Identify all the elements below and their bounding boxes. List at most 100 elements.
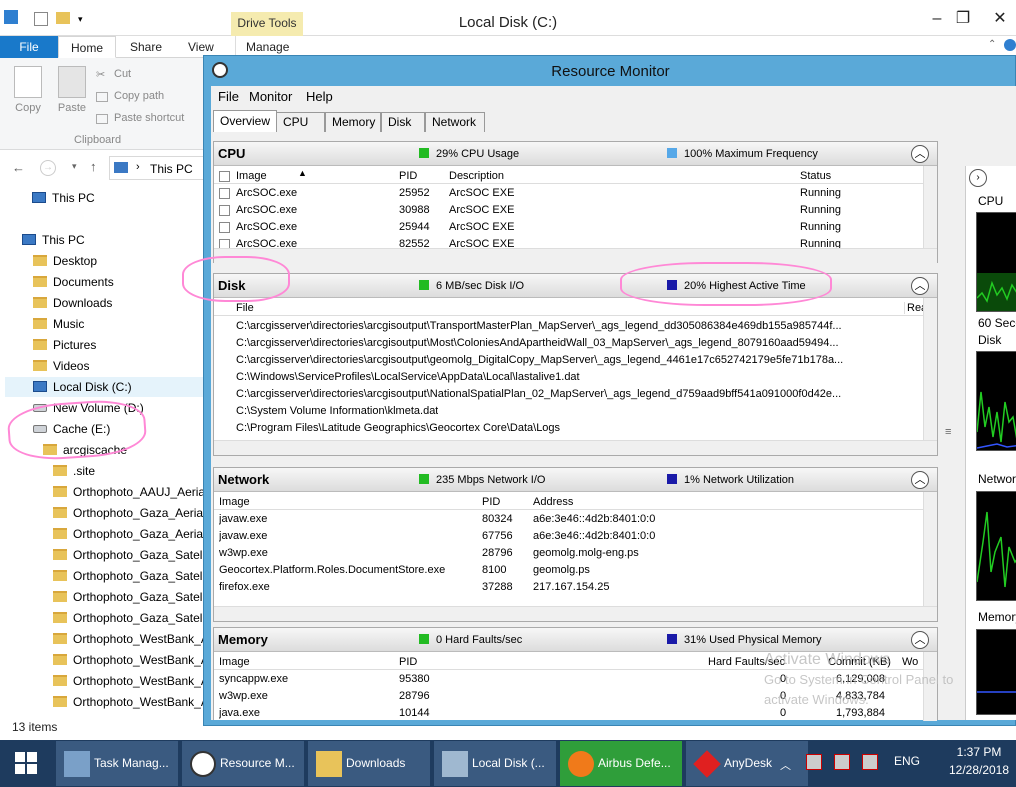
tab-memory[interactable]: Memory xyxy=(325,112,381,132)
tree-item-folder[interactable]: Orthophoto_Gaza_Satelli xyxy=(53,587,208,607)
col-file[interactable]: File xyxy=(236,302,254,314)
cpu-panel-header[interactable]: CPU 29% CPU Usage 100% Maximum Frequency… xyxy=(214,142,937,166)
tree-item-folder[interactable]: Orthophoto_AAUJ_Aerial xyxy=(53,482,208,502)
language-indicator[interactable]: ENG xyxy=(894,754,920,768)
pane-splitter[interactable]: ≡ xyxy=(941,141,961,720)
row-checkbox[interactable] xyxy=(219,222,230,233)
copy-button[interactable]: Copy xyxy=(8,102,48,114)
col-pid[interactable]: PID xyxy=(399,170,417,182)
volume-icon[interactable] xyxy=(862,754,878,770)
network-horizontal-scrollbar[interactable] xyxy=(214,606,937,621)
list-item[interactable]: C:\Program Files\Latitude Geographics\Ge… xyxy=(214,420,914,437)
disk-horizontal-scrollbar[interactable] xyxy=(214,440,937,455)
taskbar-local-disk[interactable]: Local Disk (... xyxy=(434,741,556,786)
memory-panel-header[interactable]: Memory 0 Hard Faults/sec 31% Used Physic… xyxy=(214,628,937,652)
tab-disk[interactable]: Disk xyxy=(381,112,425,132)
tree-item-videos[interactable]: Videos xyxy=(33,356,89,376)
taskbar-downloads[interactable]: Downloads xyxy=(308,741,430,786)
cpu-horizontal-scrollbar[interactable] xyxy=(214,248,937,263)
show-hidden-icons-icon[interactable]: ︿ xyxy=(780,757,791,773)
cut-button[interactable]: Cut xyxy=(114,68,131,80)
tab-home[interactable]: Home xyxy=(58,36,116,58)
col-address[interactable]: Address xyxy=(533,496,573,508)
back-icon[interactable]: ← xyxy=(12,160,25,175)
expand-graphs-icon[interactable]: › xyxy=(969,169,987,187)
address-bar[interactable]: › This PC xyxy=(109,156,205,180)
tree-item-folder[interactable]: Orthophoto_WestBank_A xyxy=(53,692,209,712)
tree-item-documents[interactable]: Documents xyxy=(33,272,114,292)
tree-item-folder[interactable]: Orthophoto_Gaza_Aerial xyxy=(53,503,206,523)
paste-shortcut-button[interactable]: Paste shortcut xyxy=(114,112,184,124)
table-row[interactable]: javaw.exe 67756 a6e:3e46::4d2b:8401:0:0 xyxy=(214,528,924,545)
table-row[interactable]: firefox.exe 37288 217.167.154.25 xyxy=(214,579,924,596)
cpu-vertical-scrollbar[interactable] xyxy=(923,166,937,248)
col-image[interactable]: Image xyxy=(219,656,250,668)
col-image[interactable]: Image xyxy=(219,496,250,508)
list-item[interactable]: C:\arcgisserver\directories\arcgisoutput… xyxy=(214,335,914,352)
menu-monitor[interactable]: Monitor xyxy=(249,89,292,104)
tree-item-downloads[interactable]: Downloads xyxy=(33,293,112,313)
table-row[interactable]: ArcSOC.exe 25952 ArcSOC EXE Running xyxy=(214,185,924,202)
table-row[interactable]: ArcSOC.exe 25944 ArcSOC EXE Running xyxy=(214,219,924,236)
col-pid[interactable]: PID xyxy=(399,656,417,668)
tab-file[interactable]: File xyxy=(0,36,58,58)
breadcrumb-this-pc[interactable]: This PC xyxy=(150,162,193,176)
tree-item-pictures[interactable]: Pictures xyxy=(33,335,96,355)
network-vertical-scrollbar[interactable] xyxy=(923,492,937,606)
col-description[interactable]: Description xyxy=(449,170,504,182)
close-button[interactable]: ✕ xyxy=(985,8,1015,30)
tree-item-music[interactable]: Music xyxy=(33,314,84,334)
select-all-checkbox[interactable] xyxy=(219,171,230,182)
forward-icon[interactable]: → xyxy=(40,160,56,176)
network-icon[interactable] xyxy=(834,754,850,770)
tree-item-folder[interactable]: Orthophoto_WestBank_A xyxy=(53,650,209,670)
help-icon[interactable] xyxy=(1004,39,1016,51)
table-row[interactable]: javaw.exe 80324 a6e:3e46::4d2b:8401:0:0 xyxy=(214,511,924,528)
tree-item-this-pc[interactable]: This PC xyxy=(22,230,85,250)
table-row[interactable]: Geocortex.Platform.Roles.DocumentStore.e… xyxy=(214,562,924,579)
col-pid[interactable]: PID xyxy=(482,496,500,508)
row-checkbox[interactable] xyxy=(219,205,230,216)
col-image[interactable]: Image xyxy=(236,170,267,182)
tab-overview[interactable]: Overview xyxy=(213,110,278,132)
action-center-icon[interactable] xyxy=(806,754,822,770)
menu-file[interactable]: File xyxy=(218,89,239,104)
disk-vertical-scrollbar[interactable] xyxy=(923,298,937,440)
network-panel-header[interactable]: Network 235 Mbps Network I/O 1% Network … xyxy=(214,468,937,492)
clock-date[interactable]: 12/28/2018 xyxy=(944,763,1014,777)
list-item[interactable]: C:\System Volume Information\klmeta.dat xyxy=(214,403,914,420)
collapse-icon[interactable]: ︿ xyxy=(911,471,929,489)
table-row[interactable]: ArcSOC.exe 82552 ArcSOC EXE Running xyxy=(214,236,924,248)
tab-network[interactable]: Network xyxy=(425,112,485,132)
tree-item-desktop[interactable]: Desktop xyxy=(33,251,97,271)
col-status[interactable]: Status xyxy=(800,170,831,182)
clock-time[interactable]: 1:37 PM xyxy=(944,745,1014,759)
taskbar-task-manager[interactable]: Task Manag... xyxy=(56,741,178,786)
row-checkbox[interactable] xyxy=(219,239,230,248)
menu-help[interactable]: Help xyxy=(306,89,333,104)
collapse-icon[interactable]: ︿ xyxy=(911,145,929,163)
list-item[interactable]: C:\arcgisserver\directories\arcgisoutput… xyxy=(214,352,914,369)
tab-share[interactable]: Share xyxy=(120,36,172,58)
collapse-icon[interactable]: ︿ xyxy=(911,631,929,649)
tree-item-folder[interactable]: Orthophoto_WestBank_A xyxy=(53,671,209,691)
list-item[interactable]: C:\arcgisserver\directories\arcgisoutput… xyxy=(214,386,914,403)
recent-locations-icon[interactable]: ▾ xyxy=(72,161,77,172)
taskbar-firefox[interactable]: Airbus Defe... xyxy=(560,741,682,786)
tree-item-this-pc-quick[interactable]: This PC xyxy=(32,188,95,208)
tree-item-local-disk[interactable]: Local Disk (C:) xyxy=(5,377,205,397)
tree-item-folder[interactable]: Orthophoto_Gaza_Satelli xyxy=(53,566,208,586)
paste-button[interactable]: Paste xyxy=(52,102,92,114)
table-row[interactable]: ArcSOC.exe 30988 ArcSOC EXE Running xyxy=(214,202,924,219)
tree-item-folder[interactable]: Orthophoto_WestBank_A xyxy=(53,629,209,649)
up-icon[interactable]: ↑ xyxy=(90,159,97,174)
tree-item-folder[interactable]: Orthophoto_Gaza_Aerial xyxy=(53,524,206,544)
tree-item-folder[interactable]: Orthophoto_Gaza_Satelli xyxy=(53,608,208,628)
row-checkbox[interactable] xyxy=(219,188,230,199)
list-item[interactable]: C:\arcgisserver\directories\arcgisoutput… xyxy=(214,318,914,335)
tree-item-folder[interactable]: .site xyxy=(53,461,95,481)
start-button[interactable] xyxy=(0,740,52,787)
list-item[interactable]: C:\Windows\ServiceProfiles\LocalService\… xyxy=(214,369,914,386)
table-row[interactable]: w3wp.exe 28796 geomolg.molg-eng.ps xyxy=(214,545,924,562)
collapse-icon[interactable]: ︿ xyxy=(911,277,929,295)
